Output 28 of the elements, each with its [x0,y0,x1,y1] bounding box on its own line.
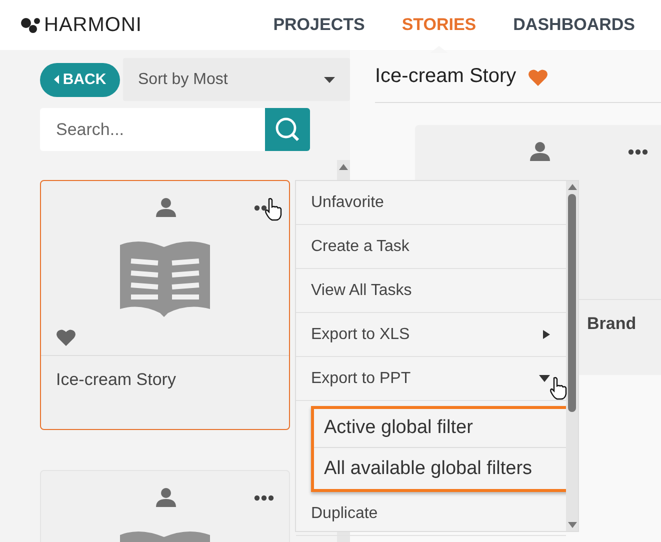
hand-cursor-icon [263,198,283,222]
logo-icon [20,16,42,34]
person-icon [156,197,176,217]
story-title: Ice-cream Story [375,64,516,88]
scrollbar[interactable] [566,181,578,531]
submenu-item[interactable]: Active global filter [314,409,570,447]
hand-cursor-icon [548,377,568,401]
search-button[interactable] [265,108,310,151]
sort-dropdown[interactable]: Sort by Most [123,58,350,101]
more-icon[interactable] [254,495,274,501]
scroll-up-icon [339,164,348,170]
search-icon [274,116,300,142]
more-icon[interactable] [628,149,648,155]
search-field[interactable]: Search... [40,108,265,151]
heart-icon [56,328,76,347]
story-card[interactable]: Ice-cream Story [40,180,290,430]
back-button[interactable]: BACK [40,62,120,96]
card-title: Ice-cream Story [56,370,176,389]
person-icon [530,141,550,161]
card-title: Brand [587,314,636,333]
nav-tab[interactable]: PROJECTS [273,15,365,34]
nav-tab[interactable]: DASHBOARDS [513,15,635,34]
caret-down-icon [324,76,335,82]
caret-icon [54,75,59,84]
logo-text: HARMONI [44,14,142,36]
person-icon [156,487,176,507]
scroll-up-icon [568,184,576,190]
scroll-down-icon [568,522,576,528]
